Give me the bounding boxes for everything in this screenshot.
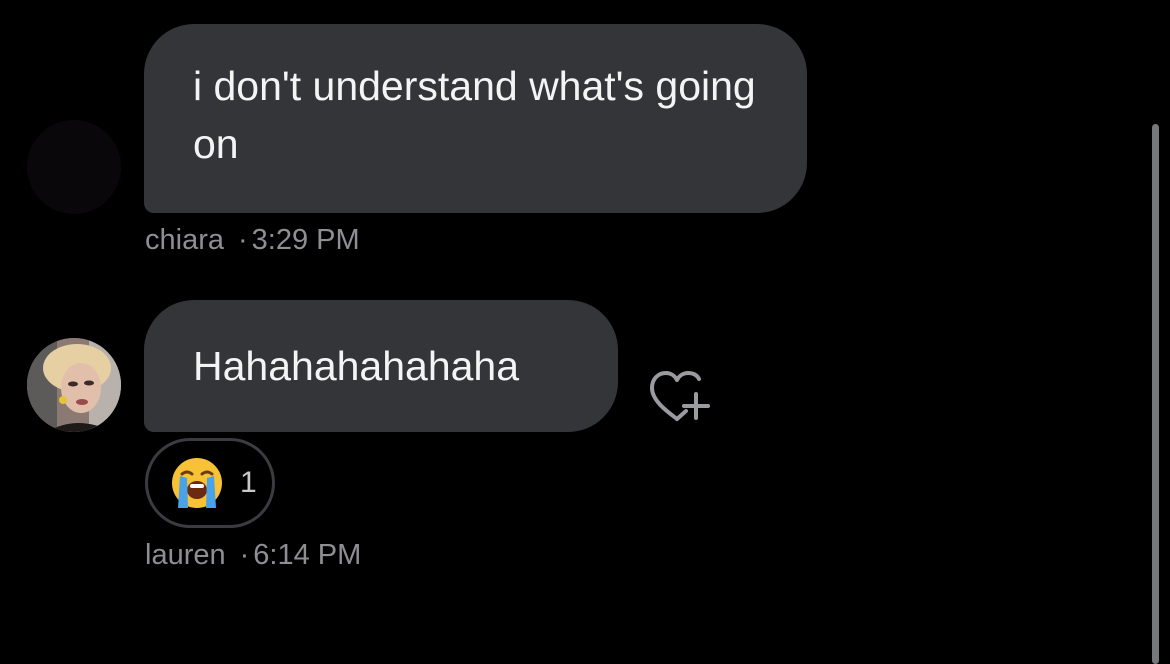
reaction-pill[interactable]: 1 [145, 438, 275, 528]
avatar-chiara[interactable] [27, 120, 121, 214]
message-text: i don't understand what's going on [193, 63, 756, 167]
sender-name: chiara [145, 224, 224, 256]
message-timestamp: 6:14 PM [253, 539, 362, 571]
heart-plus-icon [650, 371, 710, 421]
profile-photo [27, 338, 121, 432]
avatar-lauren[interactable] [27, 338, 121, 432]
message-meta: lauren · 6:14 PM [145, 539, 361, 572]
reaction-count: 1 [240, 466, 257, 499]
add-reaction-button[interactable] [646, 368, 710, 424]
meta-separator: · [239, 539, 250, 571]
message-timestamp: 3:29 PM [251, 224, 360, 256]
message-bubble[interactable]: i don't understand what's going on [144, 24, 807, 213]
message-text: Hahahahahahaha [193, 343, 520, 389]
scrollbar[interactable] [1152, 124, 1159, 664]
message-bubble[interactable]: Hahahahahahaha [144, 300, 618, 432]
sender-name: lauren [145, 539, 226, 571]
message-meta: chiara · 3:29 PM [145, 224, 360, 257]
meta-separator: · [238, 224, 248, 256]
loudly-crying-face-icon [172, 458, 222, 508]
